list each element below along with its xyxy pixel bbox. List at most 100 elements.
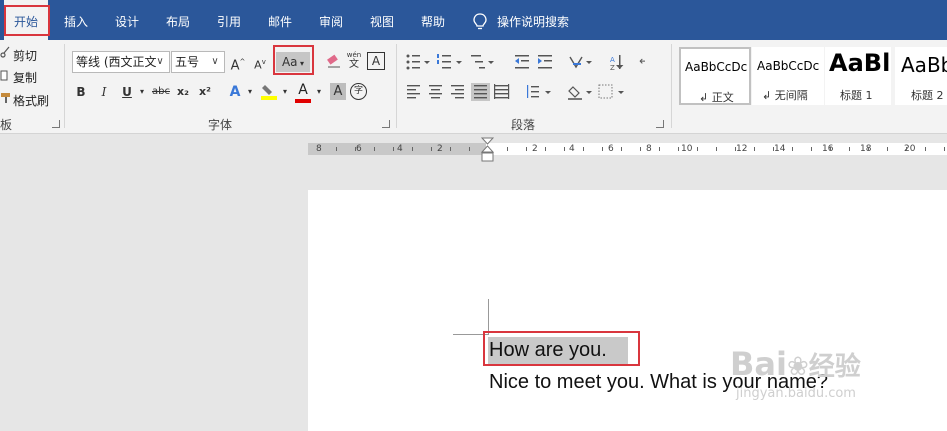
- paragraph-dialog-launcher[interactable]: [656, 120, 664, 128]
- ruler-tick: [583, 147, 584, 151]
- style-sample-heading-1: AaBl: [829, 49, 891, 77]
- caret-down-icon[interactable]: ▾: [137, 82, 147, 102]
- ruler-tick: [678, 147, 679, 151]
- menu-bar: 开始 插入 设计 布局 引用 邮件 审阅 视图 帮助 操作说明搜索: [0, 0, 947, 40]
- caret-down-icon[interactable]: ▾: [245, 82, 255, 102]
- caret-down-icon[interactable]: ▾: [314, 82, 324, 102]
- watermark-brand: Bai❀经验: [730, 345, 861, 383]
- tab-layout[interactable]: 布局: [156, 0, 200, 40]
- ruler-number: 4: [569, 144, 575, 154]
- style-no-spacing[interactable]: AaBbCcDc ↲ 无间隔: [752, 47, 824, 105]
- tab-help[interactable]: 帮助: [411, 0, 455, 40]
- caret-down-icon: ▾: [297, 59, 305, 68]
- clear-formatting-icon[interactable]: [326, 53, 342, 69]
- phonetic-guide-button[interactable]: wén 文: [344, 50, 364, 70]
- style-heading-1[interactable]: AaBl 标题 1: [825, 47, 891, 105]
- grow-font-button[interactable]: A^: [230, 52, 246, 73]
- character-border-button[interactable]: A: [367, 52, 385, 70]
- format-painter-button[interactable]: 格式刷: [13, 92, 49, 109]
- tab-insert[interactable]: 插入: [54, 0, 98, 40]
- ruler-tick: [925, 147, 926, 151]
- ruler-tick: [393, 147, 394, 151]
- font-size-value: 五号: [175, 55, 200, 69]
- phonetic-guide-char: 文: [349, 59, 359, 70]
- font-family-select[interactable]: 等线 (西文正文 ∨: [72, 51, 170, 73]
- margin-guide-horizontal: [453, 334, 488, 335]
- ruler-tick: [811, 147, 812, 151]
- shrink-font-button[interactable]: Av: [252, 52, 268, 72]
- tab-home[interactable]: 开始: [4, 0, 48, 40]
- tab-view[interactable]: 视图: [360, 0, 404, 40]
- character-shading-button[interactable]: A: [330, 83, 346, 100]
- style-heading-2[interactable]: AaBb 标题 2: [895, 47, 947, 105]
- ruler-tick: [431, 147, 432, 151]
- copy-button[interactable]: 复制: [13, 69, 37, 86]
- style-name-normal: ↲ 正文: [699, 91, 734, 104]
- ruler-tick: [697, 147, 698, 151]
- ruler-tick: [735, 147, 736, 151]
- borders-icon: [598, 84, 613, 99]
- tab-mailings[interactable]: 邮件: [258, 0, 302, 40]
- style-name-no-spacing: ↲ 无间隔: [762, 89, 808, 102]
- strikethrough-button[interactable]: abc: [151, 82, 171, 102]
- format-painter-icon: [1, 93, 10, 103]
- ruler-tick: [887, 147, 888, 151]
- align-left-icon: [407, 85, 420, 99]
- paw-icon: ❀: [786, 352, 809, 382]
- font-size-select[interactable]: 五号 ∨: [171, 51, 225, 73]
- style-name-heading-2: 标题 2: [911, 89, 944, 102]
- indent-marker-icon[interactable]: [481, 137, 494, 163]
- highlighter-icon[interactable]: [260, 83, 278, 101]
- ruler-number: 4: [397, 144, 403, 154]
- scissors-icon: [0, 46, 10, 58]
- document-line-1[interactable]: How are you.: [489, 339, 607, 362]
- tell-me-search[interactable]: 操作说明搜索: [497, 0, 577, 40]
- subscript-button[interactable]: x₂: [175, 82, 191, 102]
- tab-references[interactable]: 引用: [207, 0, 251, 40]
- decrease-indent-icon: [515, 55, 529, 69]
- ruler-tick: [659, 147, 660, 151]
- increase-indent-icon: [538, 55, 552, 69]
- italic-button[interactable]: I: [97, 82, 111, 102]
- ruler-number: 8: [646, 144, 652, 154]
- font-color-button[interactable]: A: [295, 80, 311, 100]
- ruler-tick: [868, 147, 869, 151]
- ruler-tick: [526, 147, 527, 151]
- numbering-icon: [437, 54, 451, 69]
- ruler-tick: [906, 147, 907, 151]
- clipboard-group-label: 板: [0, 118, 13, 132]
- cut-button[interactable]: 剪切: [13, 47, 37, 64]
- watermark-brand-text: Bai: [730, 345, 787, 383]
- font-dialog-launcher[interactable]: [382, 120, 390, 128]
- underline-button[interactable]: U: [120, 82, 134, 102]
- ruler-tick: [602, 147, 603, 151]
- ruler-tick: [792, 147, 793, 151]
- enclose-characters-button[interactable]: 字: [350, 83, 367, 100]
- distributed-icon: [494, 84, 510, 99]
- ruler-tick: [469, 147, 470, 151]
- change-case-button[interactable]: Aa ▾: [276, 52, 310, 72]
- ruler-tick: [450, 147, 451, 151]
- style-normal[interactable]: AaBbCcDc ↲ 正文: [679, 47, 751, 105]
- ruler-tick: [830, 147, 831, 151]
- ruler-number: 18: [860, 144, 872, 154]
- text-effects-button[interactable]: A: [227, 82, 243, 102]
- multilevel-list-icon: [471, 55, 485, 69]
- bold-button[interactable]: B: [74, 82, 88, 102]
- svg-text:A: A: [610, 56, 615, 64]
- ribbon: 剪切 复制 格式刷 板 等线 (西文正文 ∨ 五号 ∨ A^ Av Aa ▾ w…: [0, 40, 947, 134]
- tab-design[interactable]: 设计: [105, 0, 149, 40]
- ruler-area: 8 6 4 2 2 4 6 8 10 12 14 16 18 20: [0, 134, 947, 162]
- caret-down-icon[interactable]: ▾: [280, 82, 290, 102]
- tab-review[interactable]: 审阅: [309, 0, 353, 40]
- horizontal-ruler[interactable]: 8 6 4 2 2 4 6 8 10 12 14 16 18 20: [308, 143, 947, 155]
- font-color-swatch: [295, 99, 311, 103]
- superscript-button[interactable]: x²: [197, 82, 213, 102]
- ruler-number: 10: [681, 144, 693, 154]
- paragraph-top-row-icons: A Z ↵: [406, 54, 645, 71]
- clipboard-dialog-launcher[interactable]: [52, 120, 60, 128]
- ruler-tick: [773, 147, 774, 151]
- align-right-icon: [451, 85, 464, 99]
- font-group-label: 字体: [208, 118, 233, 132]
- ruler-tick: [412, 147, 413, 151]
